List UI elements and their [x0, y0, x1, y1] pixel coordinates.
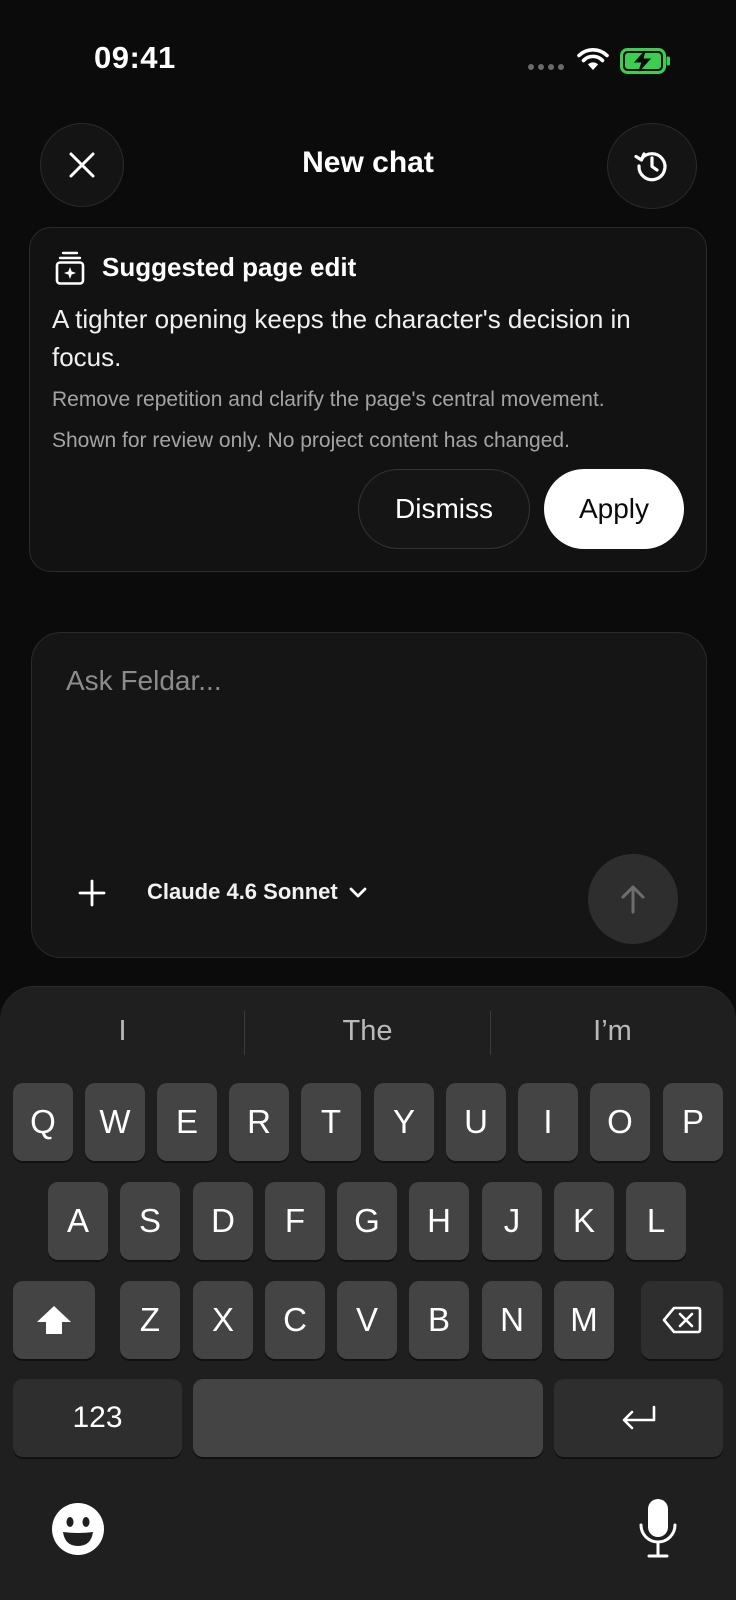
status-time: 09:41: [94, 40, 176, 75]
history-button[interactable]: [607, 123, 697, 209]
key-v[interactable]: V: [337, 1281, 397, 1359]
status-bar: 09:41: [0, 0, 736, 110]
apply-button[interactable]: Apply: [544, 469, 684, 549]
key-x[interactable]: X: [193, 1281, 253, 1359]
key-l[interactable]: L: [626, 1182, 686, 1260]
message-input[interactable]: Ask Feldar...: [66, 665, 222, 697]
key-k[interactable]: K: [554, 1182, 614, 1260]
message-composer: Ask Feldar... Claude 4.6 Sonnet: [31, 632, 707, 958]
key-j[interactable]: J: [482, 1182, 542, 1260]
key-u[interactable]: U: [446, 1083, 506, 1161]
key-p[interactable]: P: [663, 1083, 723, 1161]
page-edit-icon: [55, 251, 85, 285]
backspace-icon: [662, 1306, 702, 1334]
prediction-2[interactable]: The: [245, 1015, 490, 1048]
wifi-icon: [577, 48, 609, 70]
key-t[interactable]: T: [301, 1083, 361, 1161]
key-w[interactable]: W: [85, 1083, 145, 1161]
key-z[interactable]: Z: [120, 1281, 180, 1359]
send-button[interactable]: [588, 854, 678, 944]
key-b[interactable]: B: [409, 1281, 469, 1359]
key-c[interactable]: C: [265, 1281, 325, 1359]
dismiss-button[interactable]: Dismiss: [358, 469, 530, 549]
key-f[interactable]: F: [265, 1182, 325, 1260]
key-d[interactable]: D: [193, 1182, 253, 1260]
numbers-key[interactable]: 123: [13, 1379, 182, 1457]
arrow-up-icon: [621, 885, 645, 914]
key-a[interactable]: A: [48, 1182, 108, 1260]
card-detail: Remove repetition and clarify the page's…: [52, 388, 605, 411]
backspace-key[interactable]: [641, 1281, 723, 1359]
return-icon: [622, 1405, 655, 1430]
model-name: Claude 4.6 Sonnet: [147, 879, 338, 904]
emoji-icon[interactable]: [50, 1501, 106, 1557]
key-s[interactable]: S: [120, 1182, 180, 1260]
prediction-3[interactable]: I’m: [490, 1015, 735, 1048]
key-y[interactable]: Y: [374, 1083, 434, 1161]
battery-icon: [620, 48, 670, 74]
key-g[interactable]: G: [337, 1182, 397, 1260]
cellular-signal-icon: [528, 64, 564, 70]
suggested-edit-card: Suggested page edit A tighter opening ke…: [29, 227, 707, 572]
chevron-down-icon: [349, 887, 367, 898]
prediction-1[interactable]: I: [0, 1015, 245, 1048]
plus-icon: [78, 879, 106, 907]
chat-screen: 09:41 New chat Suggested page edit A tig…: [0, 0, 736, 1600]
key-n[interactable]: N: [482, 1281, 542, 1359]
key-e[interactable]: E: [157, 1083, 217, 1161]
space-key[interactable]: [193, 1379, 543, 1457]
microphone-icon[interactable]: [638, 1497, 678, 1559]
model-selector[interactable]: Claude 4.6 Sonnet: [147, 879, 368, 905]
shift-key[interactable]: [13, 1281, 95, 1359]
return-key[interactable]: [554, 1379, 723, 1457]
review-note: Shown for review only. No project conten…: [52, 429, 570, 452]
key-m[interactable]: M: [554, 1281, 614, 1359]
predictive-text-bar: I The I’m: [0, 987, 736, 1073]
key-r[interactable]: R: [229, 1083, 289, 1161]
key-q[interactable]: Q: [13, 1083, 73, 1161]
key-h[interactable]: H: [409, 1182, 469, 1260]
add-attachment-button[interactable]: [72, 873, 112, 913]
history-icon: [634, 152, 667, 182]
shift-icon: [37, 1306, 71, 1334]
card-body: A tighter opening keeps the character's …: [52, 304, 631, 372]
key-i[interactable]: I: [518, 1083, 578, 1161]
key-o[interactable]: O: [590, 1083, 650, 1161]
card-title: Suggested page edit: [102, 252, 357, 282]
on-screen-keyboard: I The I’m Q W E R T Y U I O P A S D F G …: [0, 986, 736, 1600]
